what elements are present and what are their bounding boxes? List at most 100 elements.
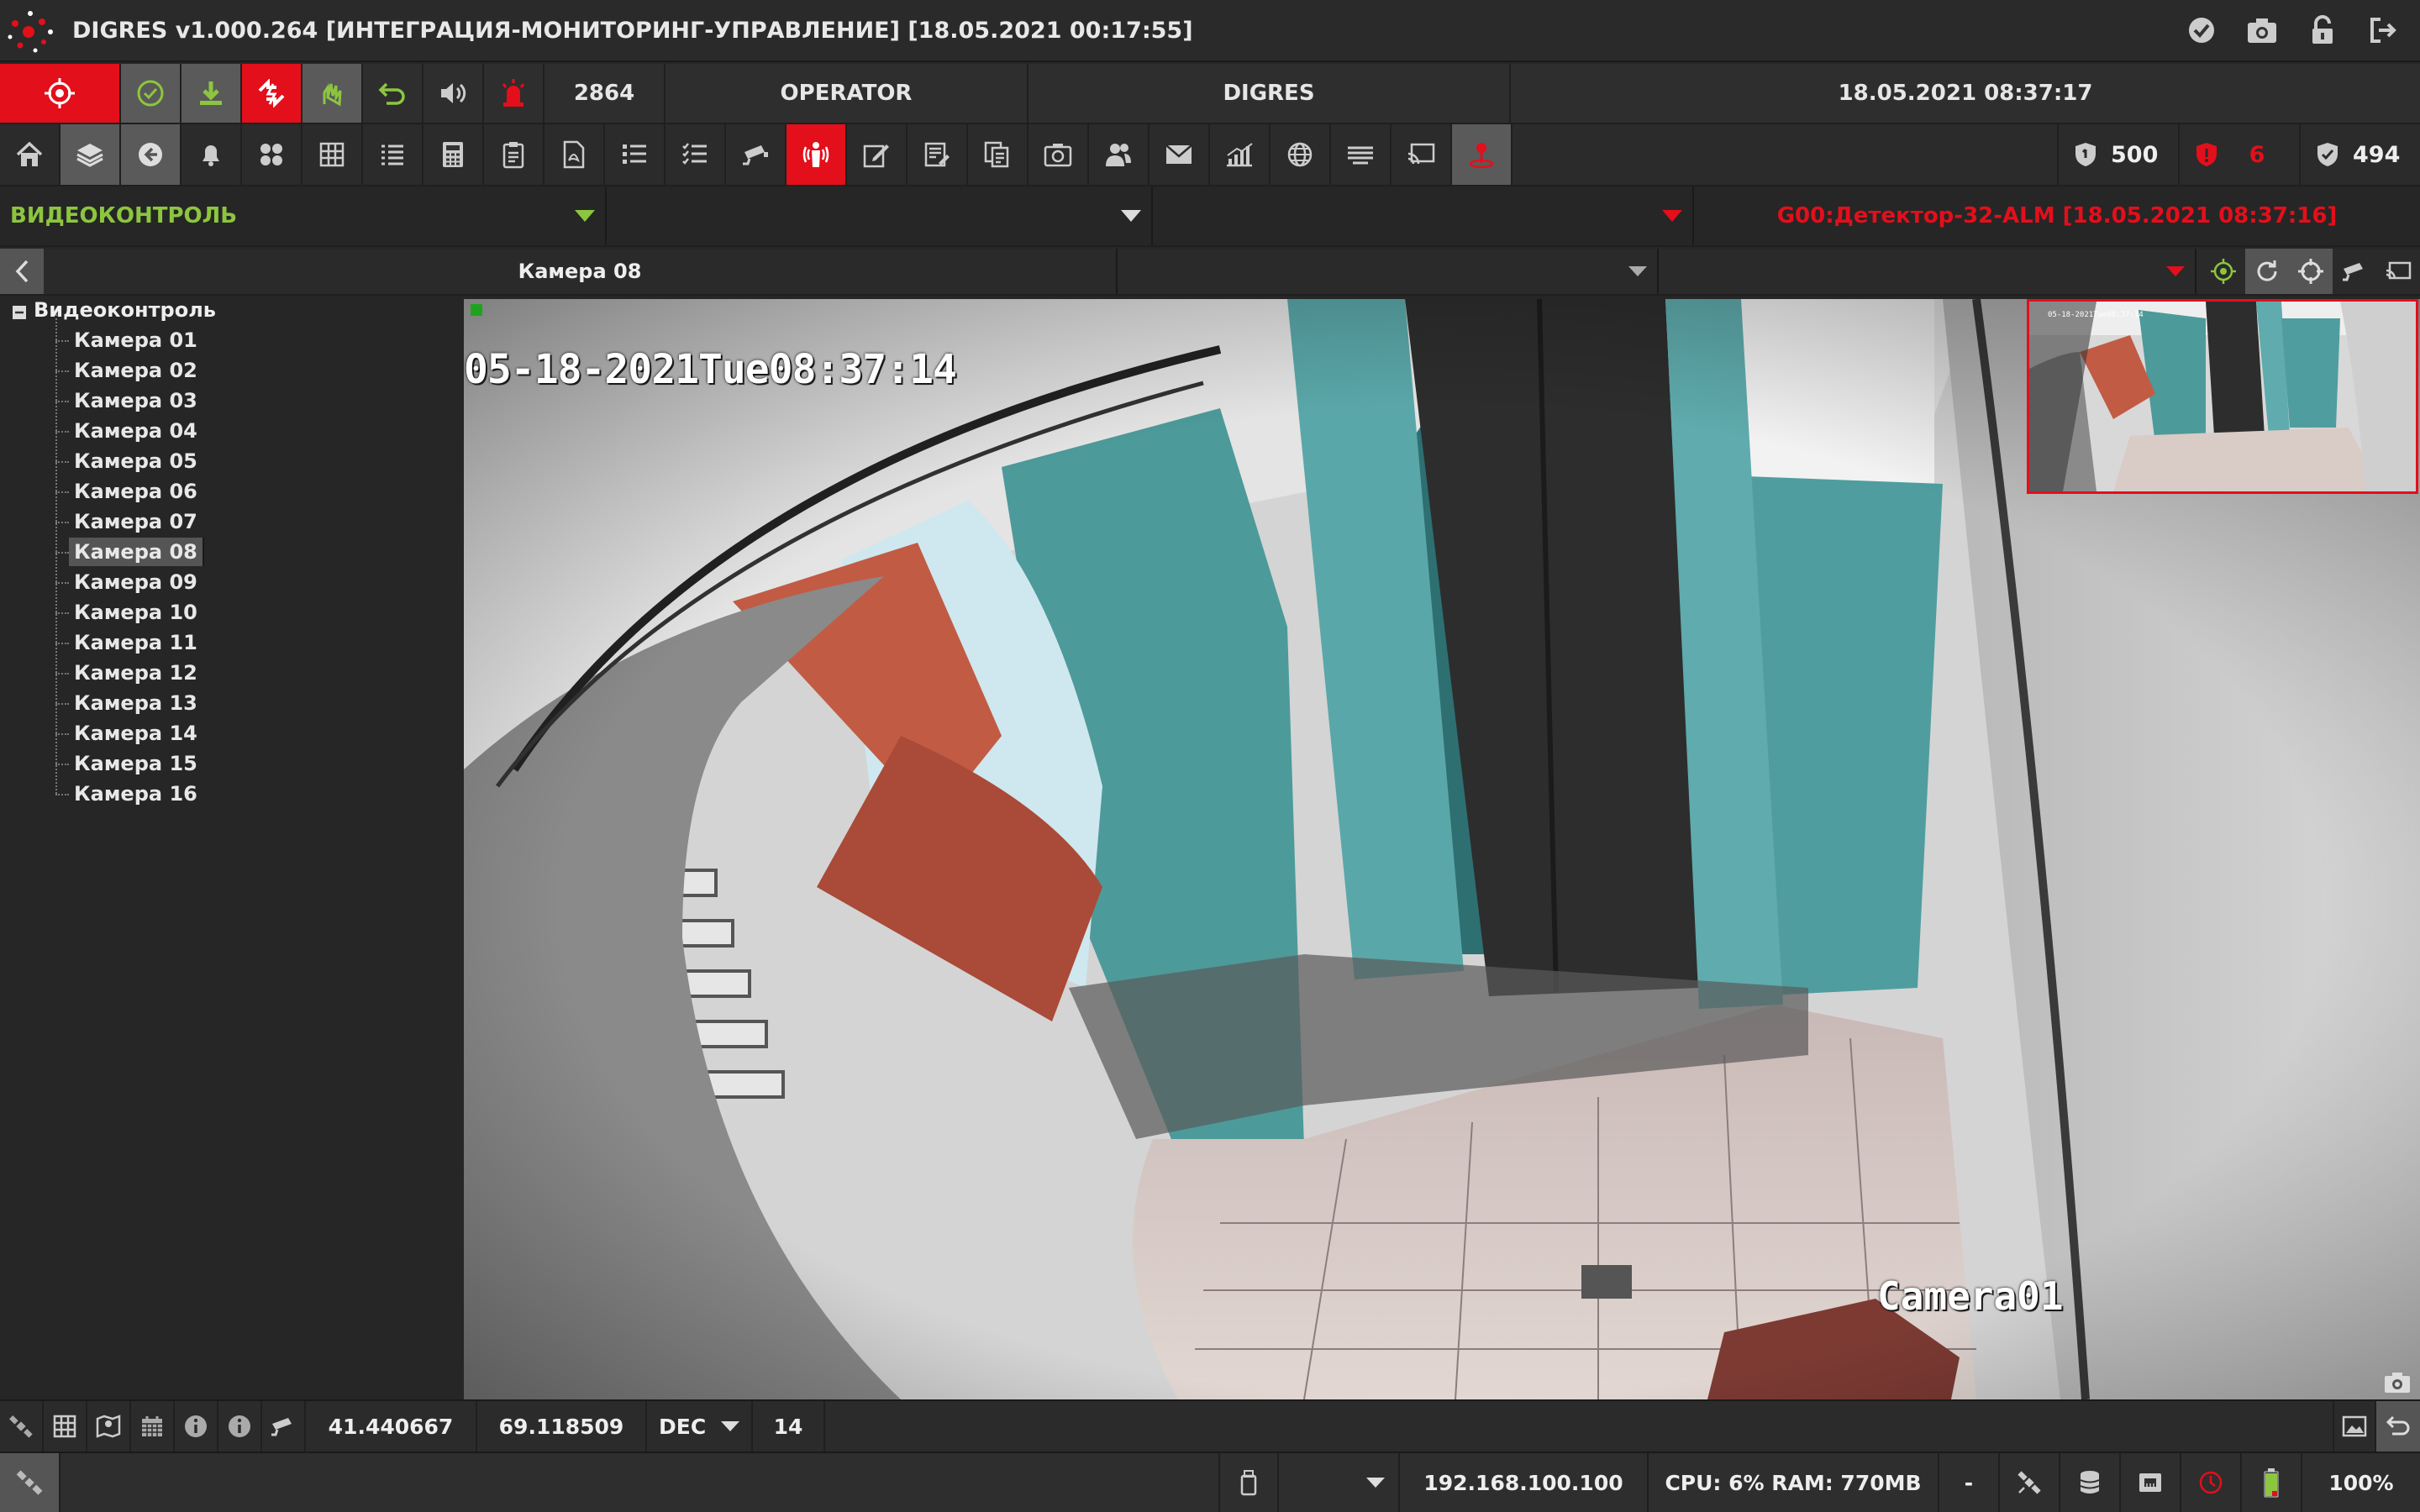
tree-item-camera[interactable]: Камера 05	[69, 447, 203, 475]
sync-alarm-button[interactable]	[242, 64, 302, 123]
subsection-select[interactable]	[607, 186, 1153, 245]
database-icon[interactable]	[2060, 1453, 2121, 1512]
crosshair-icon[interactable]	[2289, 249, 2333, 294]
video-view[interactable]: 05-18-2021Tue08:37:14 Camera01 05-18-202…	[464, 299, 2420, 1399]
report-icon[interactable]	[908, 124, 968, 185]
documents-icon[interactable]	[968, 124, 1028, 185]
collapse-panel-button[interactable]	[0, 249, 44, 294]
tree-connector-tick	[55, 431, 69, 433]
home-icon[interactable]	[0, 124, 60, 185]
lock-icon[interactable]	[2292, 0, 2353, 61]
tree-item-camera[interactable]: Камера 08	[69, 538, 204, 566]
siren-icon[interactable]	[484, 64, 544, 123]
list-icon[interactable]	[363, 124, 424, 185]
title-bar: DIGRES v1.000.264 [ИНТЕГРАЦИЯ-МОНИТОРИНГ…	[0, 0, 2420, 62]
calculator-icon[interactable]	[424, 124, 484, 185]
collapse-icon[interactable]	[12, 305, 27, 320]
undo-button[interactable]	[363, 64, 424, 123]
snapshot-icon[interactable]	[2383, 1371, 2412, 1394]
camera-icon[interactable]	[2232, 0, 2292, 61]
counter-alarms[interactable]: 6	[2178, 124, 2299, 185]
cast-small-icon[interactable]	[2376, 249, 2420, 294]
tree-item-camera[interactable]: Камера 12	[69, 659, 203, 687]
camera-location-icon[interactable]	[262, 1401, 306, 1452]
download-button[interactable]	[182, 64, 242, 123]
mail-icon[interactable]	[1150, 124, 1210, 185]
tree-item-camera[interactable]: Камера 16	[69, 780, 203, 808]
layout-select[interactable]	[1659, 249, 2196, 294]
cast-icon[interactable]	[1392, 124, 1452, 185]
confirm-icon[interactable]	[2171, 0, 2232, 61]
checklist-icon[interactable]	[666, 124, 726, 185]
tree-item-camera[interactable]: Камера 14	[69, 719, 203, 748]
volume-icon[interactable]	[424, 64, 484, 123]
info-alt-icon[interactable]	[218, 1401, 262, 1452]
return-icon[interactable]	[2376, 1401, 2420, 1452]
grid-icon[interactable]	[302, 124, 363, 185]
bell-icon[interactable]	[182, 124, 242, 185]
tree-item-camera[interactable]: Камера 07	[69, 507, 203, 536]
alarm-target-button[interactable]	[0, 64, 121, 123]
section-select[interactable]: ВИДЕОКОНТРОЛЬ	[0, 186, 607, 245]
digres-logo-icon	[0, 0, 60, 60]
lines-icon[interactable]	[1331, 124, 1392, 185]
pdf-icon[interactable]	[544, 124, 605, 185]
layers-icon[interactable]	[60, 124, 121, 185]
back-circle-icon[interactable]	[121, 124, 182, 185]
tree-connector-tick	[55, 703, 69, 705]
alarm-message-text: G00:Детектор-32-ALM [18.05.2021 08:37:16…	[1776, 203, 2338, 228]
map-pin-icon[interactable]	[1452, 124, 1512, 185]
clipboard-icon[interactable]	[484, 124, 544, 185]
tree-item-camera[interactable]: Камера 10	[69, 598, 203, 627]
tree-root[interactable]: Видеоконтроль	[12, 296, 216, 324]
satellite-footer-icon[interactable]	[0, 1453, 60, 1512]
tree-item-camera[interactable]: Камера 11	[69, 628, 203, 657]
clock-alert-icon[interactable]	[2181, 1453, 2242, 1512]
counter-total[interactable]: 500	[2057, 124, 2178, 185]
usb-drive-icon[interactable]	[1218, 1453, 1279, 1512]
calendar-icon[interactable]	[131, 1401, 175, 1452]
alarm-message[interactable]: G00:Детектор-32-ALM [18.05.2021 08:37:16…	[1694, 186, 2420, 245]
longitude-value: 69.118509	[477, 1401, 647, 1452]
globe-icon[interactable]	[1270, 124, 1331, 185]
cctv-icon[interactable]	[726, 124, 786, 185]
view-select[interactable]	[1118, 249, 1659, 294]
grid-small-icon[interactable]	[44, 1401, 87, 1452]
counter-ok[interactable]: 494	[2299, 124, 2420, 185]
tree-item-camera[interactable]: Камера 01	[69, 326, 203, 354]
tree-item-camera[interactable]: Камера 15	[69, 749, 203, 778]
exit-icon[interactable]	[2353, 0, 2413, 61]
cctv-small-icon[interactable]	[2333, 249, 2376, 294]
info-icon[interactable]	[175, 1401, 218, 1452]
counter-ok-value: 494	[2353, 141, 2401, 168]
tree-item-camera[interactable]: Камера 06	[69, 477, 203, 506]
refresh-icon[interactable]	[2245, 249, 2289, 294]
satellite-icon[interactable]	[0, 1401, 44, 1452]
emergency-people-icon[interactable]	[786, 124, 847, 185]
tree-item-camera[interactable]: Камера 09	[69, 568, 203, 596]
satellite-status-icon[interactable]	[2000, 1453, 2060, 1512]
format-select[interactable]: DEC	[647, 1401, 753, 1452]
objects-icon[interactable]	[242, 124, 302, 185]
map-icon[interactable]	[87, 1401, 131, 1452]
tree-item-camera[interactable]: Камера 13	[69, 689, 203, 717]
numbered-list-icon[interactable]	[605, 124, 666, 185]
photo-icon[interactable]	[1028, 124, 1089, 185]
target-icon[interactable]	[2202, 249, 2245, 294]
tree-connector-tick	[55, 401, 69, 402]
image-icon[interactable]	[2333, 1401, 2376, 1452]
edit-icon[interactable]	[847, 124, 908, 185]
tree-item-camera[interactable]: Камера 03	[69, 386, 203, 415]
device-select[interactable]	[1279, 1453, 1400, 1512]
acknowledge-button[interactable]	[121, 64, 182, 123]
filter-select[interactable]	[1153, 186, 1694, 245]
pip-preview[interactable]: 05-18-2021Tue08:37:14	[2027, 299, 2418, 494]
network-port-icon[interactable]	[2121, 1453, 2181, 1512]
users-icon[interactable]	[1089, 124, 1150, 185]
footer-bar: 192.168.100.100 CPU: 6% RAM: 770MB - 100…	[0, 1452, 2420, 1512]
chart-icon[interactable]	[1210, 124, 1270, 185]
tree-item-camera[interactable]: Камера 04	[69, 417, 203, 445]
tree-item-camera[interactable]: Камера 02	[69, 356, 203, 385]
hand-signal-button[interactable]	[302, 64, 363, 123]
